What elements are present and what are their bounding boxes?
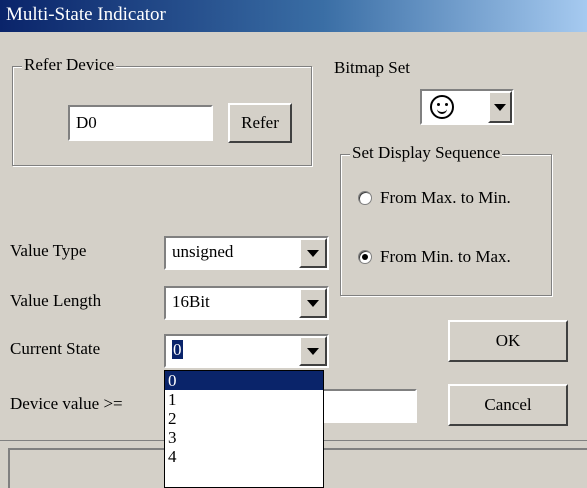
value-type-dropdown-button[interactable]	[299, 238, 327, 268]
value-type-value: unsigned	[172, 242, 234, 261]
refer-device-legend: Refer Device	[22, 55, 117, 75]
display-sequence-legend: Set Display Sequence	[350, 143, 503, 163]
current-state-value: 0	[172, 340, 183, 359]
bitmap-set-select[interactable]	[420, 89, 514, 125]
radio-min-to-max-label: From Min. to Max.	[380, 247, 511, 266]
radio-selected-dot	[362, 254, 368, 260]
current-state-label: Current State	[10, 339, 101, 358]
display-sequence-group	[340, 154, 552, 296]
value-length-value: 16Bit	[172, 292, 210, 311]
ok-button[interactable]: OK	[448, 320, 568, 362]
bitmap-set-dropdown-button[interactable]	[488, 91, 512, 123]
bitmap-set-label: Bitmap Set	[334, 58, 411, 77]
radio-min-to-max-button[interactable]	[358, 250, 372, 264]
refer-button[interactable]: Refer	[228, 103, 292, 143]
chevron-down-icon	[494, 103, 506, 111]
cancel-button[interactable]: Cancel	[448, 384, 568, 426]
radio-max-to-min-label: From Max. to Min.	[380, 188, 511, 207]
ok-button-label: OK	[495, 331, 521, 350]
current-state-select[interactable]: 0	[164, 334, 329, 368]
list-item[interactable]: 3	[165, 428, 323, 447]
chevron-down-icon	[307, 249, 319, 257]
chevron-down-icon	[307, 299, 319, 307]
value-type-label: Value Type	[10, 241, 87, 260]
smiley-icon	[430, 95, 454, 119]
radio-min-to-max[interactable]: From Min. to Max.	[358, 246, 511, 268]
list-item[interactable]: 2	[165, 409, 323, 428]
radio-max-to-min[interactable]: From Max. to Min.	[358, 187, 511, 209]
current-state-dropdown-list[interactable]: 0 1 2 3 4	[164, 370, 324, 488]
current-state-dropdown-button[interactable]	[299, 336, 327, 366]
list-item[interactable]: 1	[165, 390, 323, 409]
list-item[interactable]: 0	[165, 371, 323, 390]
value-length-label: Value Length	[10, 291, 102, 310]
refer-device-value: D0	[76, 113, 97, 132]
refer-button-label: Refer	[241, 113, 279, 132]
device-value-label: Device value >=	[10, 394, 123, 413]
title-bar: Multi-State Indicator	[0, 0, 587, 32]
window-title: Multi-State Indicator	[6, 4, 166, 25]
radio-max-to-min-button[interactable]	[358, 191, 372, 205]
cancel-button-label: Cancel	[484, 395, 532, 414]
value-length-dropdown-button[interactable]	[299, 288, 327, 318]
chevron-down-icon	[307, 347, 319, 355]
list-item[interactable]: 4	[165, 447, 323, 466]
value-type-select[interactable]: unsigned	[164, 236, 329, 270]
value-length-select[interactable]: 16Bit	[164, 286, 329, 320]
refer-device-input[interactable]: D0	[68, 105, 213, 141]
